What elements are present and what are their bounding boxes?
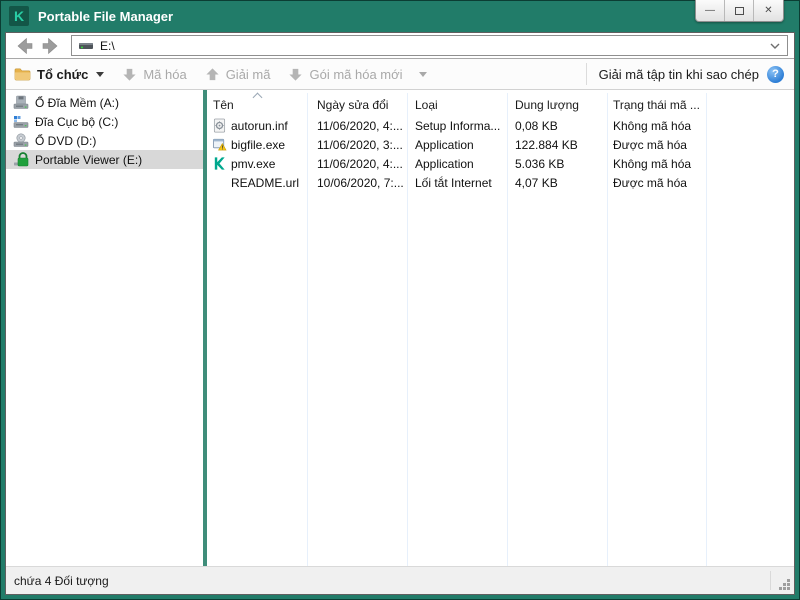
sidebar-item-dvd-d[interactable]: Ổ DVD (D:) <box>6 131 203 150</box>
file-type: Application <box>415 137 474 152</box>
file-encryption-status: Được mã hóa <box>613 175 687 190</box>
app-window: K Portable File Manager — ✕ E:\ Tổ chức … <box>0 0 800 600</box>
local-disk-icon <box>13 116 29 128</box>
exe-file-icon <box>212 138 227 151</box>
address-bar[interactable]: E:\ <box>71 35 788 56</box>
status-bar: chứa 4 Đối tượng <box>6 566 794 594</box>
sidebar-item-local-disk-c[interactable]: Đĩa Cục bộ (C:) <box>6 112 203 131</box>
back-icon[interactable] <box>16 37 34 55</box>
floppy-drive-icon <box>13 95 29 109</box>
file-name: pmv.exe <box>231 156 276 171</box>
window-title: Portable File Manager <box>38 8 174 24</box>
toolbar: Tổ chức Mã hóa Giải mã Gói mã hóa mới Gi… <box>6 59 794 90</box>
sidebar-item-label: Ổ Đĩa Mềm (A:) <box>35 95 120 110</box>
file-modified: 10/06/2020, 7:... <box>317 175 404 190</box>
file-modified: 11/06/2020, 3:... <box>317 137 403 152</box>
file-type: Application <box>415 156 474 171</box>
address-value[interactable]: E:\ <box>100 39 763 53</box>
maximize-icon <box>734 6 744 15</box>
navigation-bar: E:\ <box>6 33 794 59</box>
organize-label: Tổ chức <box>37 66 89 82</box>
file-size: 4,07 KB <box>515 175 558 190</box>
lock-icon <box>14 152 29 167</box>
file-size: 122.884 KB <box>515 137 578 152</box>
arrow-up-icon <box>206 67 219 80</box>
maximize-button[interactable] <box>725 0 754 21</box>
sidebar-item-portable-viewer-e[interactable]: Portable Viewer (E:) <box>6 150 203 169</box>
sidebar-item-label: Portable Viewer (E:) <box>35 152 143 167</box>
file-name: bigfile.exe <box>231 137 286 152</box>
sidebar-item-label: Đĩa Cục bộ (C:) <box>35 114 119 129</box>
chevron-down-icon[interactable] <box>769 42 781 50</box>
file-encryption-status: Được mã hóa <box>613 137 687 152</box>
decrypt-label: Giải mã <box>225 66 271 82</box>
setup-file-icon <box>213 118 226 133</box>
minimize-button[interactable]: — <box>696 0 725 21</box>
help-icon[interactable]: ? <box>767 65 784 83</box>
column-header-type[interactable]: Loại <box>407 98 507 112</box>
column-separator <box>407 93 408 566</box>
drive-icon <box>79 42 93 49</box>
kaspersky-app-icon <box>214 157 225 170</box>
file-name: README.url <box>231 175 300 190</box>
encrypt-label: Mã hóa <box>143 66 187 82</box>
file-list: Tên Ngày sửa đổi Loại Dung lượng Trạng t… <box>207 90 794 566</box>
window-controls: — ✕ <box>695 0 784 22</box>
no-icon <box>212 175 227 190</box>
new-package-caret-icon <box>418 71 427 77</box>
encrypt-button[interactable]: Mã hóa <box>122 66 187 82</box>
file-type: Setup Informa... <box>415 118 501 133</box>
status-text: chứa 4 Đối tượng <box>14 573 109 588</box>
column-separator <box>607 93 608 566</box>
titlebar: K Portable File Manager — ✕ <box>0 0 800 32</box>
file-type: Lối tắt Internet <box>415 175 492 190</box>
file-modified: 11/06/2020, 4:... <box>317 156 403 171</box>
column-separator <box>507 93 508 566</box>
arrow-down-icon <box>123 68 136 81</box>
window-body: E:\ Tổ chức Mã hóa Giải mã Gói mã hóa mớ… <box>5 32 795 595</box>
close-button[interactable]: ✕ <box>754 0 783 21</box>
new-encrypted-package-label: Gói mã hóa mới <box>309 66 403 82</box>
file-encryption-status: Không mã hóa <box>613 156 692 171</box>
folder-icon <box>14 68 31 81</box>
file-modified: 11/06/2020, 4:... <box>317 118 403 133</box>
file-size: 0,08 KB <box>515 118 558 133</box>
column-header-size[interactable]: Dung lượng <box>507 98 607 112</box>
file-encryption-status: Không mã hóa <box>613 118 692 133</box>
column-header-modified[interactable]: Ngày sửa đổi <box>307 98 407 112</box>
column-separator <box>307 93 308 566</box>
decrypt-on-copy-label: Giải mã tập tin khi sao chép <box>598 66 759 82</box>
new-encrypted-package-button[interactable]: Gói mã hóa mới <box>288 66 427 82</box>
file-size: 5.036 KB <box>515 156 565 171</box>
forward-icon[interactable] <box>41 37 59 55</box>
column-separator <box>706 93 707 566</box>
statusbar-separator <box>770 571 771 590</box>
file-name: autorun.inf <box>231 118 288 133</box>
decrypt-on-copy-option[interactable]: Giải mã tập tin khi sao chép ? <box>598 65 784 83</box>
kaspersky-logo-icon: K <box>9 6 29 26</box>
main-area: Ổ Đĩa Mềm (A:) Đĩa Cục bộ (C:) Ổ DVD (D:… <box>6 90 794 566</box>
sort-ascending-icon <box>254 92 262 100</box>
dvd-drive-icon <box>13 133 29 147</box>
sidebar-item-floppy-a[interactable]: Ổ Đĩa Mềm (A:) <box>6 93 203 112</box>
resize-grip[interactable] <box>778 578 791 591</box>
organize-caret-icon <box>96 71 105 77</box>
organize-button[interactable]: Tổ chức <box>14 66 105 82</box>
toolbar-separator <box>585 63 587 85</box>
column-header-status[interactable]: Trạng thái mã ... <box>607 98 717 112</box>
arrow-down-icon <box>289 68 303 81</box>
drive-sidebar: Ổ Đĩa Mềm (A:) Đĩa Cục bộ (C:) Ổ DVD (D:… <box>6 90 203 566</box>
sidebar-item-label: Ổ DVD (D:) <box>35 133 97 148</box>
decrypt-button[interactable]: Giải mã <box>205 66 271 82</box>
